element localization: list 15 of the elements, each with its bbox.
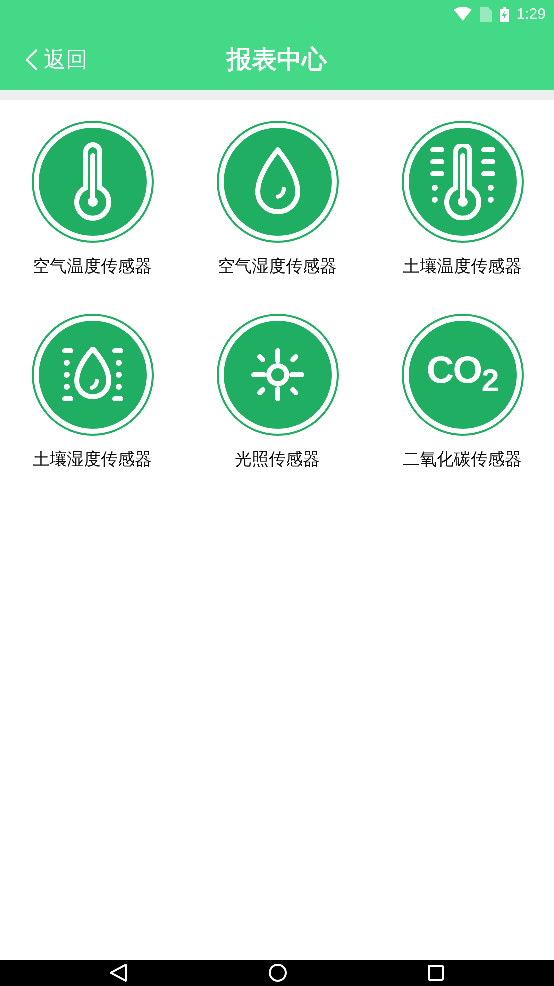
page-title: 报表中心 bbox=[227, 44, 327, 76]
thermometer-icon bbox=[72, 142, 112, 222]
status-time: 1:29 bbox=[516, 6, 546, 22]
soil-thermometer-icon bbox=[430, 144, 496, 220]
recents-nav-icon[interactable] bbox=[426, 964, 445, 982]
icon-label: CO$_{2}$ bbox=[426, 350, 498, 400]
chevron-left-icon bbox=[26, 49, 38, 71]
wifi-icon bbox=[454, 7, 472, 21]
soil-moisture-icon bbox=[62, 347, 124, 403]
home-nav-icon[interactable] bbox=[268, 963, 288, 983]
water-drop-icon bbox=[252, 147, 302, 217]
no-sim-icon bbox=[480, 6, 492, 22]
sun-icon bbox=[250, 348, 304, 402]
battery-icon bbox=[500, 6, 509, 22]
back-nav-icon[interactable] bbox=[109, 963, 130, 983]
